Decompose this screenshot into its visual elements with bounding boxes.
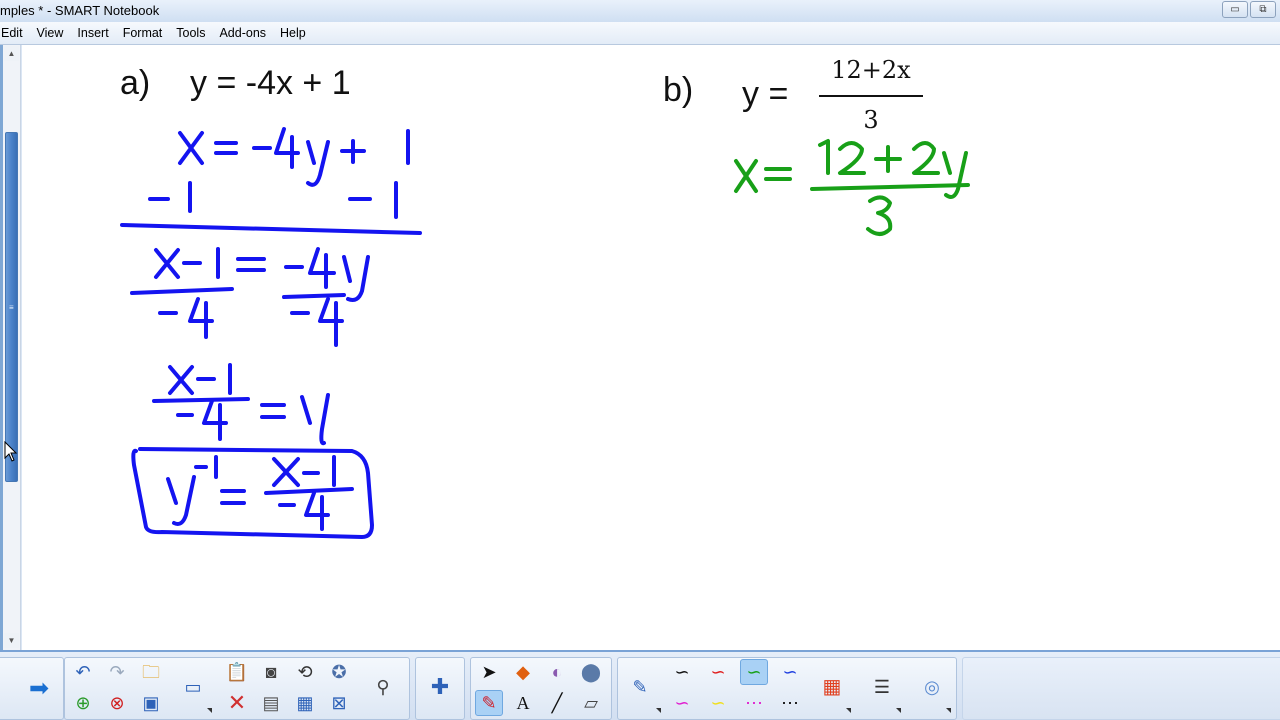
color-dropdown-icon[interactable] bbox=[846, 708, 851, 713]
select-arrow-icon[interactable]: ➤ bbox=[475, 659, 503, 685]
minimize-button[interactable]: ▭ bbox=[1222, 1, 1248, 18]
table-icon[interactable]: ▦ bbox=[291, 690, 319, 716]
eraser-icon[interactable]: ▱ bbox=[577, 690, 605, 716]
toolbar-group-drawing: ➤ ◆ ◐ ⬤ ✎ A ╱ ▱ bbox=[470, 657, 612, 720]
line-style-dropdown-icon[interactable] bbox=[896, 708, 901, 713]
display-screen-icon[interactable]: ▭ bbox=[179, 674, 207, 700]
display-dropdown-icon[interactable] bbox=[207, 708, 212, 713]
menu-insert[interactable]: Insert bbox=[70, 22, 115, 45]
window-title: mples * - SMART Notebook bbox=[0, 3, 160, 18]
undo-icon[interactable]: ↶ bbox=[69, 659, 97, 685]
ink-line-4 bbox=[152, 363, 330, 446]
ink-answer-box bbox=[131, 447, 374, 539]
menu-help[interactable]: Help bbox=[273, 22, 313, 45]
line-style-icon[interactable]: ☰ bbox=[868, 674, 896, 700]
scroll-up-icon[interactable]: ▲ bbox=[4, 46, 19, 61]
toolbar-group-properties bbox=[962, 657, 1280, 720]
open-folder-icon[interactable]: 🗀 bbox=[137, 659, 165, 685]
bottom-toolbar: ➡ ↶ ↷ 🗀 ⊕ ⊗ ▣ ▭ 📋 ◙ ⟲ ✪ ✕ ▤ ▦ ⊠ ⚲ ✚ ➤ ◆ … bbox=[0, 650, 1280, 720]
text-tool-icon[interactable]: A bbox=[509, 690, 537, 716]
ink-green-answer bbox=[734, 139, 970, 236]
screen-shade-icon[interactable]: ▤ bbox=[257, 690, 285, 716]
color-palette-icon[interactable]: ▦ bbox=[818, 674, 846, 700]
vertical-scrollbar[interactable]: ▲ ≡ ▼ bbox=[3, 45, 21, 650]
menu-view[interactable]: View bbox=[30, 22, 71, 45]
green-pen-icon[interactable]: ∽ bbox=[740, 659, 768, 685]
menu-edit[interactable]: Edit bbox=[0, 22, 30, 45]
menu-tools[interactable]: Tools bbox=[169, 22, 212, 45]
save-icon[interactable]: ▣ bbox=[137, 690, 165, 716]
blue-pen-icon[interactable]: ∽ bbox=[776, 659, 804, 685]
delete-icon[interactable]: ✕ bbox=[223, 690, 251, 716]
shapes-icon[interactable]: ◆ bbox=[509, 659, 537, 685]
toolbar-group-navigation: ➡ bbox=[0, 657, 64, 720]
add-ons-puzzle-icon[interactable]: ✚ bbox=[426, 674, 454, 700]
fill-icon[interactable]: ⬤ bbox=[577, 659, 605, 685]
transparency-dropdown-icon[interactable] bbox=[946, 708, 951, 713]
notebook-page[interactable]: a) y = -4x + 1 b) y = 12+2x 3 bbox=[22, 45, 1280, 650]
black-pen-icon[interactable]: ∽ bbox=[668, 659, 696, 685]
restore-button[interactable]: ⧉ bbox=[1250, 1, 1276, 18]
screen-capture-icon[interactable]: ◙ bbox=[257, 659, 285, 685]
black-dashed-pen-icon[interactable]: ⋯ bbox=[776, 690, 804, 716]
dashed-pen-icon[interactable]: ⋯ bbox=[740, 690, 768, 716]
close-document-icon[interactable]: ⊠ bbox=[325, 690, 353, 716]
toolbar-group-file: ↶ ↷ 🗀 ⊕ ⊗ ▣ ▭ 📋 ◙ ⟲ ✪ ✕ ▤ ▦ ⊠ ⚲ bbox=[64, 657, 410, 720]
new-page-icon[interactable]: ⊕ bbox=[69, 690, 97, 716]
grip-icon: ≡ bbox=[9, 303, 14, 312]
scroll-down-icon[interactable]: ▼ bbox=[4, 633, 19, 648]
next-page-icon[interactable]: ➡ bbox=[25, 676, 53, 702]
pens-tool-icon[interactable]: ✎ bbox=[475, 690, 503, 716]
magic-pen-icon[interactable]: ✪ bbox=[325, 659, 353, 685]
menu-bar: Edit View Insert Format Tools Add-ons He… bbox=[0, 22, 1280, 45]
transparency-icon[interactable]: ◎ bbox=[918, 674, 946, 700]
pen-dropdown-icon[interactable] bbox=[656, 708, 661, 713]
ink-line-1 bbox=[178, 127, 410, 187]
rotate-icon[interactable]: ⟲ bbox=[291, 659, 319, 685]
window-controls: ▭ ⧉ bbox=[1222, 1, 1276, 18]
paste-icon[interactable]: 📋 bbox=[223, 659, 251, 685]
red-pen-icon[interactable]: ∽ bbox=[704, 659, 732, 685]
eraser-pen-icon[interactable]: ◐ bbox=[543, 659, 571, 685]
magenta-highlighter-icon[interactable]: ∽ bbox=[668, 690, 696, 716]
document-camera-icon[interactable]: ⚲ bbox=[369, 674, 397, 700]
yellow-highlighter-icon[interactable]: ∽ bbox=[704, 690, 732, 716]
handwriting-layer bbox=[120, 127, 970, 539]
line-tool-icon[interactable]: ╱ bbox=[543, 690, 571, 716]
title-bar: mples * - SMART Notebook ▭ ⧉ bbox=[0, 0, 1280, 22]
ink-line-2 bbox=[148, 181, 398, 219]
menu-format[interactable]: Format bbox=[116, 22, 170, 45]
toolbar-group-page-tools: ✚ bbox=[415, 657, 465, 720]
pen-properties-icon[interactable]: ✎ bbox=[626, 674, 654, 700]
ink-line-3 bbox=[130, 247, 370, 347]
redo-icon[interactable]: ↷ bbox=[103, 659, 131, 685]
menu-add-ons[interactable]: Add-ons bbox=[212, 22, 273, 45]
scrollbar-thumb[interactable]: ≡ bbox=[5, 132, 18, 482]
mouse-cursor-icon bbox=[4, 441, 18, 462]
delete-page-icon[interactable]: ⊗ bbox=[103, 690, 131, 716]
toolbar-group-pens: ✎ ∽ ∽ ∽ ∽ ∽ ∽ ⋯ ⋯ ▦ ☰ ◎ bbox=[617, 657, 957, 720]
ink-underline bbox=[120, 223, 422, 235]
